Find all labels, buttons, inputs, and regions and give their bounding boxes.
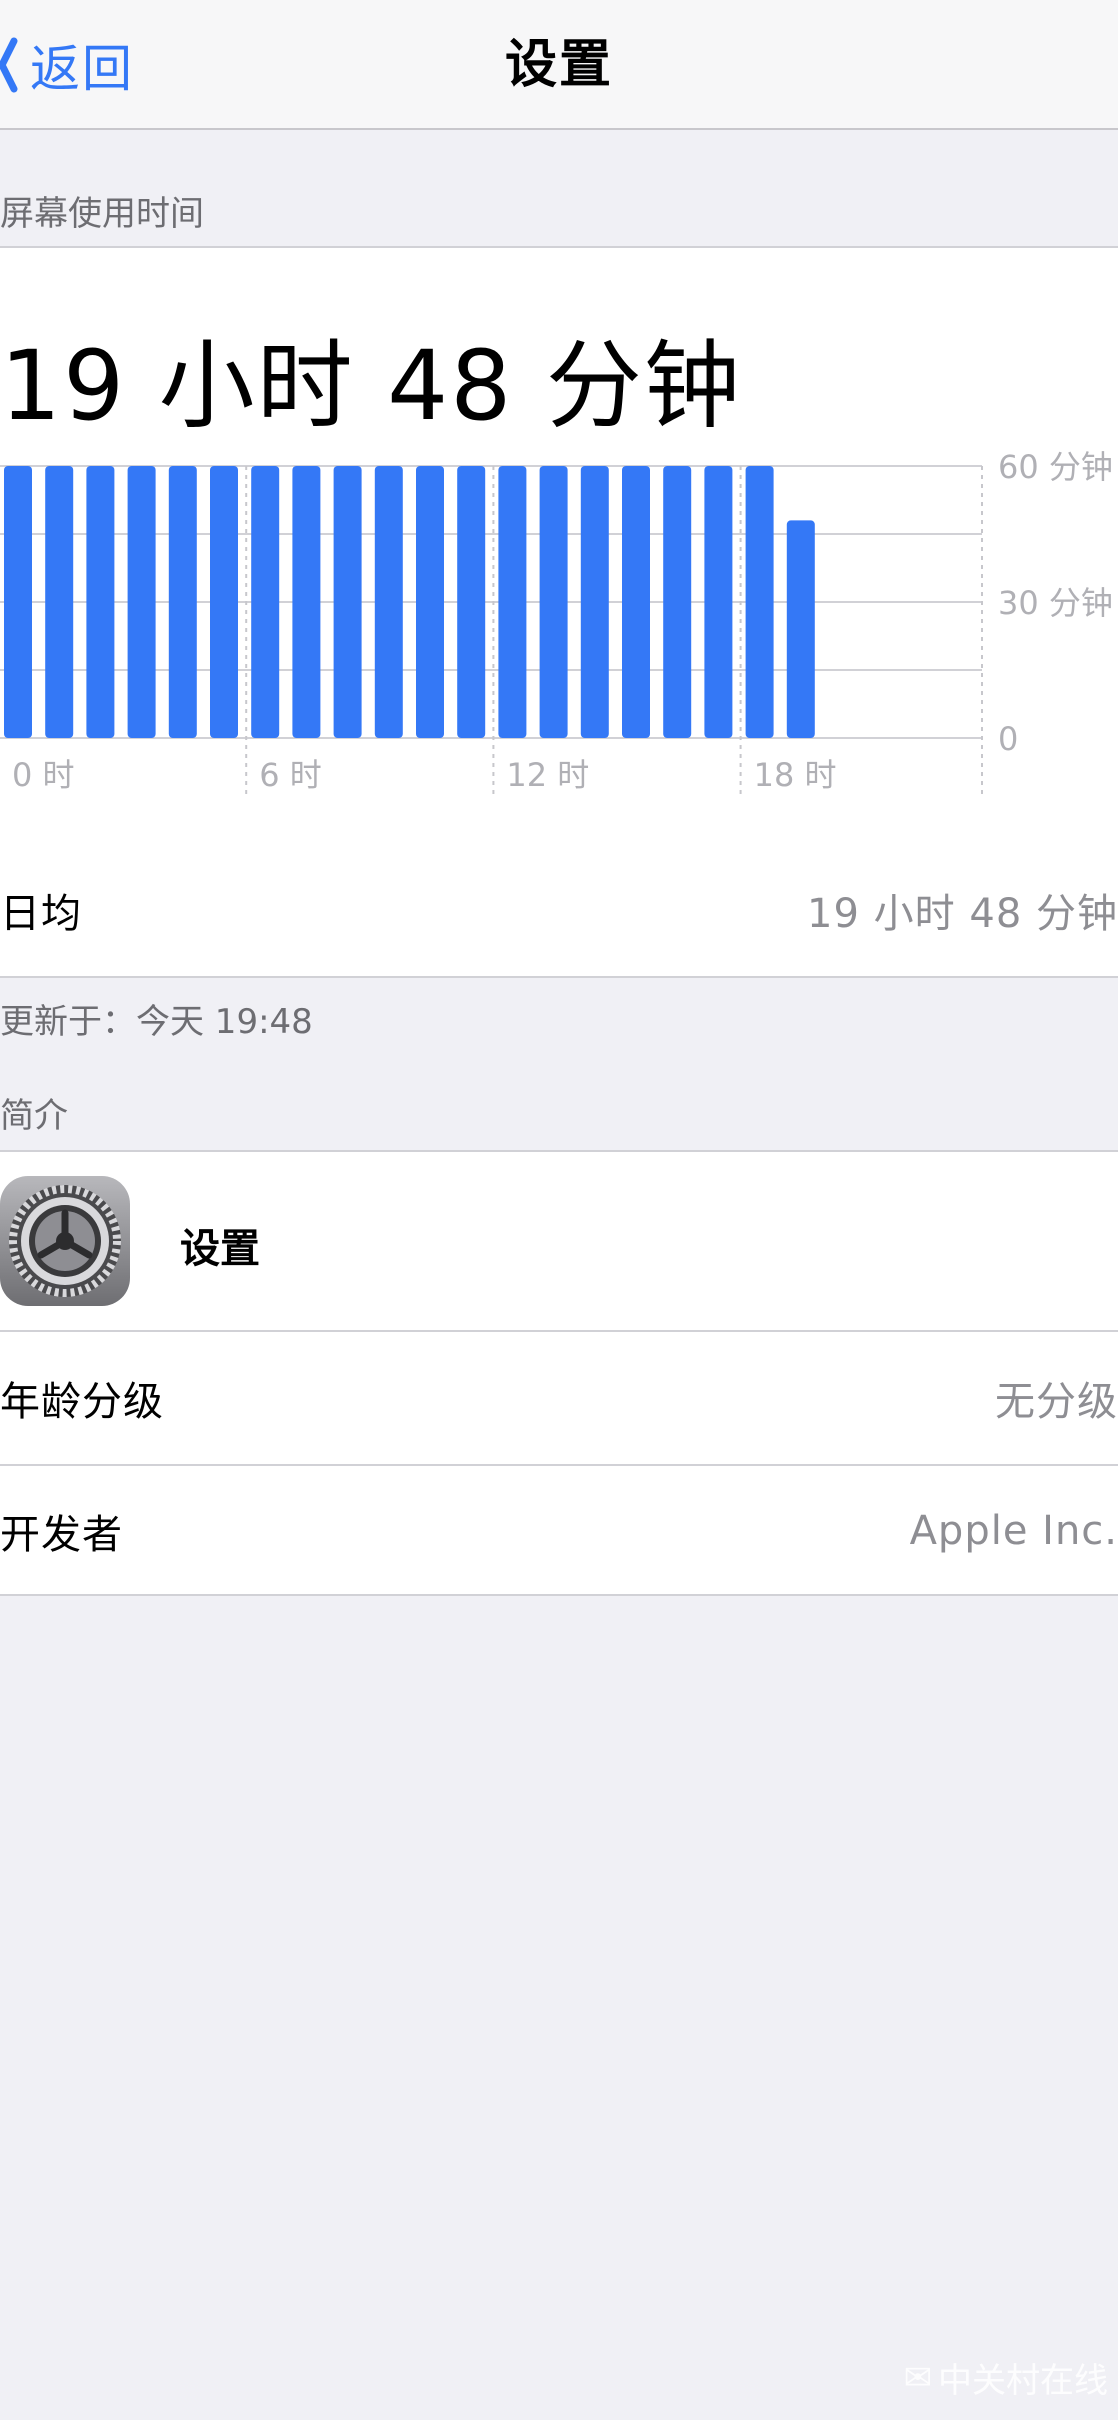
chart-y-tick-label: 0: [998, 720, 1018, 758]
chart-bar: [416, 466, 444, 738]
updated-timestamp: 更新于：今天 19:48: [0, 1002, 313, 1042]
chart-bar: [704, 466, 733, 738]
chart-bar: [86, 466, 115, 738]
developer-label: 开发者: [0, 1512, 123, 1558]
app-name: 设置: [180, 1226, 260, 1272]
chart-bar: [745, 466, 774, 738]
page-title: 设置: [504, 35, 613, 95]
average-row[interactable]: 日均 19 小时 48 分钟: [0, 844, 1118, 978]
chart-x-tick-label: 0 时: [12, 756, 75, 794]
chart-bar: [663, 466, 692, 738]
average-label: 日均: [0, 891, 82, 937]
developer-row: 开发者 Apple Inc.: [0, 1466, 1118, 1596]
hourly-usage-chart: 0 时 6 时 12 时 18 时 60 分钟 30 分钟 0: [0, 448, 1113, 798]
profile-card: 设置 年龄分级 无分级 开发者 Apple Inc.: [0, 1150, 1118, 1596]
chart-x-tick-label: 18 时: [754, 756, 837, 794]
chart-bar: [333, 466, 362, 738]
chart-bar: [498, 466, 527, 738]
watermark-logo-icon: ✉: [903, 2357, 933, 2398]
age-rating-value: 无分级: [995, 1379, 1118, 1425]
watermark: ✉ 中关村在线: [904, 2353, 1109, 2402]
developer-value: Apple Inc.: [909, 1508, 1118, 1554]
screen-time-card: 19 小时 48 分钟 0 时6 时 12 时 18 时 60 分钟 30 分钟 0: [0, 246, 1118, 846]
age-rating-row: 年龄分级 无分级: [0, 1332, 1118, 1464]
chart-bar: [622, 466, 650, 738]
average-value: 19 小时 48 分钟: [807, 891, 1118, 937]
chart-bar: [4, 466, 32, 738]
chart-bar: [786, 520, 815, 738]
chart-bar: [457, 466, 486, 738]
screen-time-section-header: 屏幕使用时间: [0, 194, 204, 234]
chart-bar: [374, 466, 403, 738]
settings-gear-icon: [0, 1176, 130, 1306]
chart-y-tick-label: 30 分钟: [998, 584, 1113, 622]
chart-bar: [127, 466, 156, 738]
chart-bar: [251, 466, 280, 738]
age-rating-label: 年龄分级: [0, 1379, 164, 1425]
chart-x-tick-label: 12 时: [506, 756, 589, 794]
chart-bar: [580, 466, 609, 738]
chart-bar: [539, 466, 568, 738]
app-row[interactable]: 设置: [0, 1152, 1118, 1332]
chart-bar: [45, 466, 74, 738]
chart-y-tick-label: 60 分钟: [998, 448, 1113, 486]
watermark-text: 中关村在线: [938, 2361, 1108, 2401]
navigation-bar: 返回 设置: [0, 0, 1118, 130]
chart-bar: [210, 466, 238, 738]
chart-bar: [168, 466, 197, 738]
chart-x-tick-label: 6 时: [259, 756, 322, 794]
profile-section-header: 简介: [0, 1096, 68, 1136]
chart-bar: [292, 466, 321, 738]
